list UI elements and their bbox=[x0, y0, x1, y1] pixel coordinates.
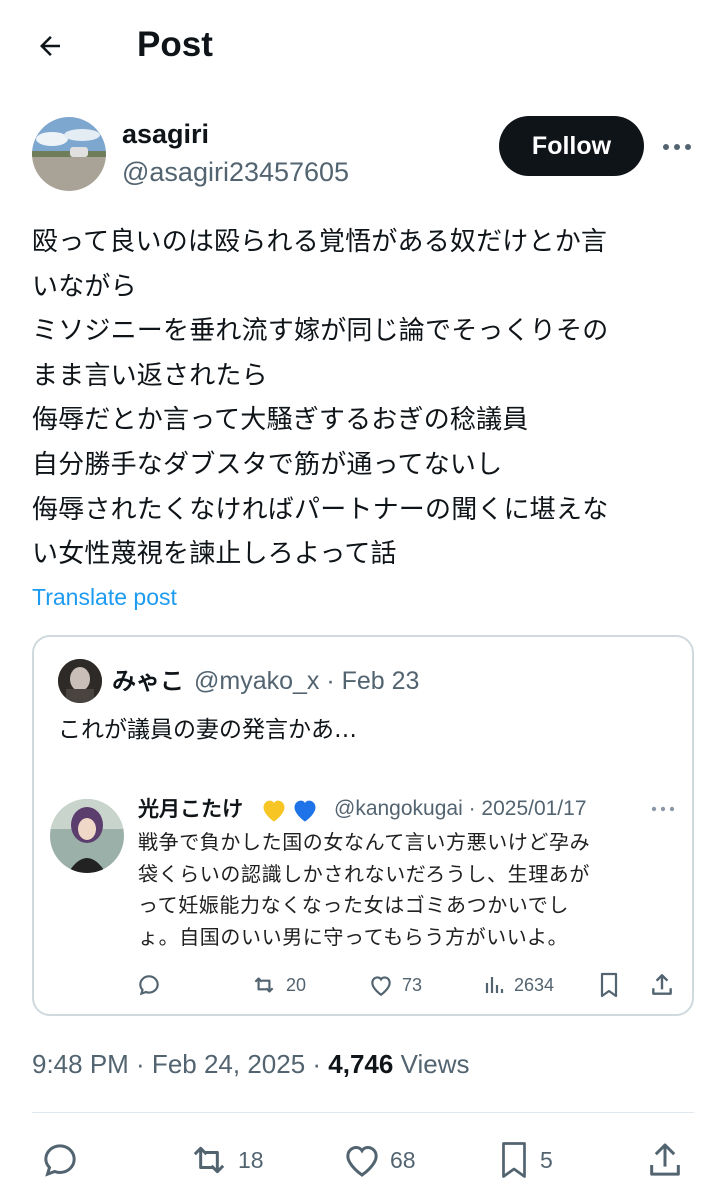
quoted-avatar bbox=[58, 659, 102, 703]
share-button[interactable] bbox=[645, 1136, 685, 1184]
retweet-icon bbox=[254, 977, 274, 993]
post-action-bar: 18 68 5 bbox=[0, 1136, 728, 1184]
post-line: い女性蔑視を諫止しろよって話 bbox=[32, 539, 397, 570]
timestamp-text[interactable]: 9:48 PM · Feb 24, 2025 · bbox=[32, 1049, 328, 1079]
post-line: ミソジニーを垂れ流す嫁が同じ論でそっくりその bbox=[32, 316, 609, 347]
page-title: Post bbox=[137, 25, 213, 64]
retweet-button[interactable]: 18 bbox=[188, 1136, 264, 1184]
embedded-retweet-count: 20 bbox=[286, 974, 307, 995]
embedded-text: 戦争で負かした国の女なんて言い方悪いけど孕み 袋くらいの認識しかされないだろうし… bbox=[138, 827, 678, 953]
author-avatar[interactable] bbox=[32, 117, 106, 191]
embedded-line: 戦争で負かした国の女なんて言い方悪いけど孕み bbox=[138, 830, 591, 854]
more-options-button[interactable] bbox=[660, 130, 694, 164]
embedded-line: 袋くらいの認識しかされないだろうし、生理あが bbox=[138, 861, 590, 886]
embedded-retweet: 20 bbox=[250, 967, 306, 1003]
more-horizontal-icon bbox=[648, 801, 678, 817]
views-icon bbox=[485, 977, 504, 993]
heart-icon bbox=[346, 1145, 378, 1177]
reply-icon bbox=[139, 975, 159, 996]
retweet-icon bbox=[193, 1146, 225, 1174]
bookmark-count: 5 bbox=[540, 1146, 553, 1173]
views-label: Views bbox=[393, 1049, 470, 1079]
embedded-views: 2634 bbox=[482, 967, 554, 1003]
quoted-meta: @myako_x · Feb 23 bbox=[194, 667, 420, 695]
embedded-reply bbox=[136, 967, 162, 1003]
post-line: 自分勝手なダブスタで筋が通ってないし bbox=[32, 449, 503, 480]
quoted-post[interactable]: みゃこ @myako_x · Feb 23 これが議員の妻の発言かあ… 光月こた… bbox=[32, 635, 694, 1016]
embedded-bookmark bbox=[597, 967, 621, 1003]
quoted-author-name: みゃこ bbox=[112, 667, 184, 695]
embedded-line: ょ。自国のいい男に守ってもらう方がいいよ。 bbox=[138, 924, 569, 949]
bookmark-button[interactable]: 5 bbox=[496, 1136, 553, 1184]
post-line: まま言い返されたら bbox=[32, 360, 268, 391]
arrow-left-icon bbox=[40, 36, 60, 56]
post-line: 侮辱だとか言って大騒ぎするおぎの稔議員 bbox=[32, 405, 529, 436]
author-handle[interactable]: @asagiri23457605 bbox=[122, 156, 349, 188]
like-button[interactable]: 68 bbox=[342, 1136, 416, 1184]
quoted-text: これが議員の妻の発言かあ… bbox=[58, 717, 357, 743]
author-name[interactable]: asagiri bbox=[122, 118, 209, 150]
translate-post-link[interactable]: Translate post bbox=[32, 582, 177, 612]
bookmark-icon bbox=[502, 1142, 526, 1178]
like-count: 68 bbox=[390, 1146, 416, 1173]
embedded-share bbox=[649, 967, 675, 1003]
retweet-count: 18 bbox=[238, 1146, 264, 1173]
post-timestamp: 9:48 PM · Feb 24, 2025 · 4,746 Views bbox=[32, 1046, 469, 1082]
blue-heart-icon bbox=[294, 800, 316, 822]
post-line: 侮辱されたくなければパートナーの聞くに堪えな bbox=[32, 494, 609, 525]
views-count: 4,746 bbox=[328, 1049, 394, 1079]
heart-icon bbox=[371, 976, 391, 997]
post-text: 殴って良いのは殴られる覚悟がある奴だけとか言 いながら ミソジニーを垂れ流す嫁が… bbox=[32, 220, 702, 577]
embedded-action-bar: 20 73 2634 bbox=[34, 967, 692, 1003]
embedded-meta: @kangokugai · 2025/01/17 bbox=[334, 797, 587, 820]
top-bar: Post bbox=[0, 0, 728, 90]
post-line: 殴って良いのは殴られる覚悟がある奴だけとか言 bbox=[32, 227, 608, 257]
yellow-heart-icon bbox=[263, 800, 285, 822]
bookmark-icon bbox=[600, 972, 618, 998]
embedded-like: 73 bbox=[368, 967, 422, 1003]
post-line: いながら bbox=[32, 271, 137, 302]
back-button[interactable] bbox=[30, 26, 70, 66]
more-horizontal-icon bbox=[663, 144, 691, 150]
follow-button[interactable]: Follow bbox=[499, 116, 644, 176]
embedded-views-count: 2634 bbox=[514, 974, 555, 995]
embedded-author-name: 光月こたけ bbox=[138, 797, 243, 821]
emoji-hearts bbox=[260, 797, 319, 823]
reply-icon bbox=[44, 1144, 76, 1177]
divider bbox=[32, 1112, 694, 1113]
share-icon bbox=[650, 1143, 680, 1176]
share-icon bbox=[652, 974, 672, 995]
embedded-like-count: 73 bbox=[402, 974, 423, 995]
reply-button[interactable] bbox=[40, 1136, 80, 1184]
embedded-avatar bbox=[50, 799, 124, 873]
embedded-line: って妊娠能力なくなった女はゴミあつかいでし bbox=[138, 893, 569, 917]
